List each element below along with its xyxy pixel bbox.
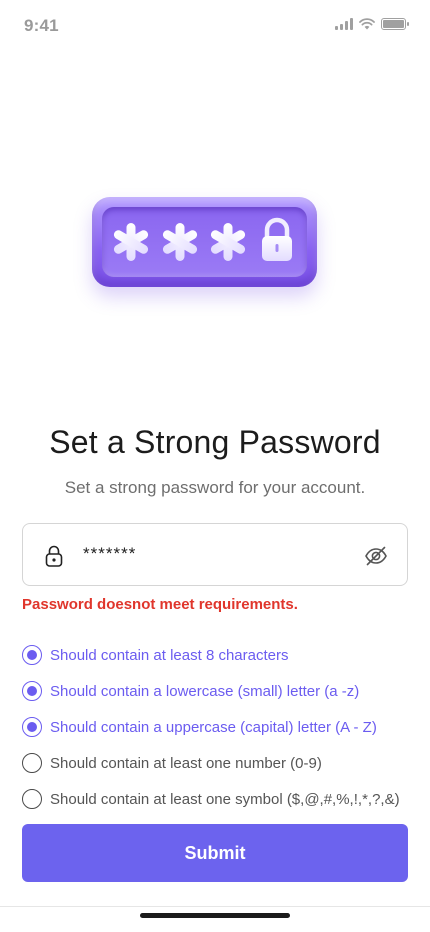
status-icons	[335, 18, 409, 30]
lock-icon	[45, 545, 63, 567]
requirement-number: Should contain at least one number (0-9)	[22, 745, 422, 781]
requirement-label: Should contain at least one symbol ($,@,…	[50, 790, 400, 808]
requirement-uppercase: Should contain a uppercase (capital) let…	[22, 709, 422, 745]
requirement-check-radio	[22, 753, 42, 773]
requirement-check-radio	[22, 645, 42, 665]
requirement-check-radio	[22, 789, 42, 809]
bottom-divider	[0, 906, 430, 907]
home-indicator[interactable]	[140, 913, 290, 918]
submit-button[interactable]: Submit	[22, 824, 408, 882]
requirement-check-radio	[22, 717, 42, 737]
requirement-lowercase: Should contain a lowercase (small) lette…	[22, 673, 422, 709]
password-lock-illustration	[92, 197, 317, 287]
password-error-message: Password doesnot meet requirements.	[22, 596, 298, 613]
page-subtitle: Set a strong password for your account.	[64, 478, 366, 497]
requirement-symbol: Should contain at least one symbol ($,@,…	[22, 781, 422, 817]
eye-off-icon[interactable]	[363, 543, 389, 569]
password-requirements-list: Should contain at least 8 characters Sho…	[22, 637, 422, 817]
status-time: 9:41	[24, 16, 59, 35]
cellular-signal-icon	[335, 18, 353, 30]
requirement-min-length: Should contain at least 8 characters	[22, 637, 422, 673]
page-title: Set a Strong Password	[49, 424, 381, 460]
password-input[interactable]: *******	[22, 523, 408, 586]
wifi-icon	[359, 18, 375, 30]
requirement-label: Should contain a lowercase (small) lette…	[50, 682, 360, 700]
battery-icon	[381, 18, 409, 30]
requirement-label: Should contain at least one number (0-9)	[50, 754, 322, 772]
requirement-check-radio	[22, 681, 42, 701]
status-bar: 9:41	[0, 0, 430, 54]
requirement-label: Should contain at least 8 characters	[50, 646, 289, 664]
requirement-label: Should contain a uppercase (capital) let…	[50, 718, 377, 736]
password-value[interactable]: *******	[83, 544, 136, 564]
